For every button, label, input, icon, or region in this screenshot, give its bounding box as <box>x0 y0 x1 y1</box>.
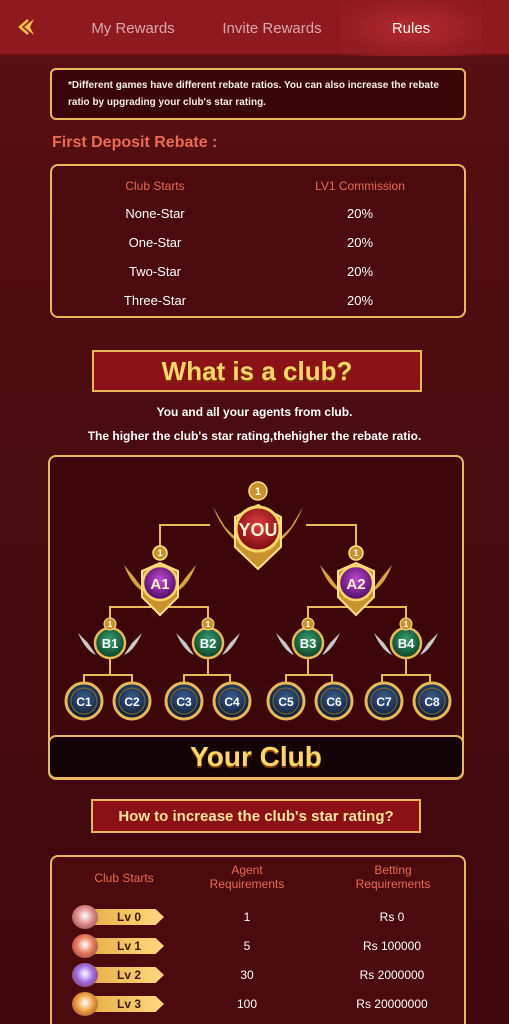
node-level-badge: 1 <box>157 548 162 558</box>
table-row: Three-Star 20% <box>52 287 464 315</box>
commission-cell: 20% <box>346 206 374 221</box>
level-tag: Lv 2 <box>94 967 164 983</box>
level-gem-icon <box>72 934 98 958</box>
node-label-c6: C6 <box>326 695 342 709</box>
betting-requirement-cell: Rs 2000000 <box>359 968 425 982</box>
back-arrow-icon <box>18 19 34 35</box>
level-badge: Lv 2 <box>72 963 172 987</box>
node-label-b4: B4 <box>398 636 415 651</box>
club-description-1: You and all your agents from club. <box>156 405 353 419</box>
top-nav-bar: My Rewards Invite Rewards Rules <box>0 0 509 56</box>
club-star-cell: Three-Star <box>123 293 187 308</box>
node-level-badge: 1 <box>108 620 113 629</box>
node-label-b1: B1 <box>102 636 119 651</box>
node-c4: C4 <box>210 679 254 723</box>
level-gem-icon <box>72 905 98 929</box>
level-gem-icon <box>72 992 98 1016</box>
node-b4: 1 B4 <box>374 617 438 660</box>
node-label-a2: A2 <box>346 576 365 593</box>
club-star-cell: Two-Star <box>128 264 181 279</box>
betting-requirement-cell: Rs 0 <box>379 910 405 924</box>
agent-requirement-cell: 5 <box>243 939 251 953</box>
club-description-2: The higher the club's star rating,thehig… <box>87 429 422 443</box>
table-row: Lv 2 30 Rs 2000000 <box>52 961 464 989</box>
commission-cell: 20% <box>346 264 374 279</box>
node-c8: C8 <box>410 679 454 723</box>
node-label-c2: C2 <box>124 695 140 709</box>
node-c1: C1 <box>62 679 106 723</box>
node-level-badge: 1 <box>306 620 311 629</box>
star-requirements-table: Club Starts Agent Requirements Betting R… <box>50 855 466 1024</box>
club-star-cell: None-Star <box>125 206 185 221</box>
club-star-cell: One-Star <box>128 235 182 250</box>
node-a1: 1 A1 <box>124 545 196 617</box>
your-club-banner: Your Club <box>48 735 464 779</box>
club-tree-diagram: 1 YOU 1 A1 1 A2 1 B1 1 B2 1 B3 1 B4 C1 C… <box>48 455 464 780</box>
tab-rules[interactable]: Rules <box>340 0 482 56</box>
node-a2: 1 A2 <box>320 545 392 617</box>
node-label-c5: C5 <box>278 695 294 709</box>
back-button[interactable] <box>0 0 56 55</box>
table-header-row: Club Starts LV1 Commission <box>52 172 464 200</box>
node-level-badge: 1 <box>206 620 211 629</box>
node-b2: 1 B2 <box>176 617 240 660</box>
node-c2: C2 <box>110 679 154 723</box>
root-node-you: 1 YOU <box>213 481 303 571</box>
rebate-note: *Different games have different rebate r… <box>50 68 466 120</box>
agent-requirement-cell: 100 <box>236 997 258 1011</box>
header-club-starts: Club Starts <box>125 179 185 193</box>
node-c6: C6 <box>312 679 356 723</box>
agent-requirement-cell: 1 <box>243 910 251 924</box>
node-b1: 1 B1 <box>78 617 142 660</box>
node-label-c3: C3 <box>176 695 192 709</box>
what-is-club-banner: What is a club? <box>92 350 422 392</box>
level-tag: Lv 3 <box>94 996 164 1012</box>
node-label-b2: B2 <box>200 636 217 651</box>
node-label-a1: A1 <box>150 576 169 593</box>
level-tag: Lv 0 <box>94 909 164 925</box>
header-agent-requirements: Agent Requirements <box>209 863 285 891</box>
table-row: Lv 0 1 Rs 0 <box>52 903 464 931</box>
node-b3: 1 B3 <box>276 617 340 660</box>
level-tag: Lv 1 <box>94 938 164 954</box>
level-gem-icon <box>72 963 98 987</box>
tab-my-rewards[interactable]: My Rewards <box>70 0 196 56</box>
how-to-increase-banner: How to increase the club's star rating? <box>91 799 421 833</box>
node-c3: C3 <box>162 679 206 723</box>
node-level-badge: 1 <box>255 486 261 498</box>
commission-cell: 20% <box>346 293 374 308</box>
node-c5: C5 <box>264 679 308 723</box>
level-badge: Lv 1 <box>72 934 172 958</box>
header-club-starts: Club Starts <box>94 871 154 885</box>
level-badge: Lv 0 <box>72 905 172 929</box>
node-c7: C7 <box>362 679 406 723</box>
level-badge: Lv 3 <box>72 992 172 1016</box>
node-label-you: YOU <box>238 520 277 540</box>
table-row: Lv 3 100 Rs 20000000 <box>52 990 464 1018</box>
node-label-c4: C4 <box>224 695 240 709</box>
tab-invite-rewards[interactable]: Invite Rewards <box>206 0 338 56</box>
table-row: One-Star 20% <box>52 229 464 257</box>
node-label-c8: C8 <box>424 695 440 709</box>
betting-requirement-cell: Rs 100000 <box>362 939 422 953</box>
table-row: None-Star 20% <box>52 200 464 228</box>
first-deposit-title: First Deposit Rebate : <box>52 134 218 151</box>
node-label-c7: C7 <box>376 695 392 709</box>
betting-requirement-cell: Rs 20000000 <box>356 997 428 1011</box>
node-level-badge: 1 <box>353 548 358 558</box>
commission-cell: 20% <box>346 235 374 250</box>
table-row: Two-Star 20% <box>52 258 464 286</box>
header-betting-requirements: Betting Requirements <box>355 863 431 891</box>
header-lv1-commission: LV1 Commission <box>315 179 405 193</box>
table-row: Lv 1 5 Rs 100000 <box>52 932 464 960</box>
node-level-badge: 1 <box>404 620 409 629</box>
node-label-b3: B3 <box>300 636 317 651</box>
agent-requirement-cell: 30 <box>240 968 254 982</box>
node-label-c1: C1 <box>76 695 92 709</box>
deposit-rebate-table: Club Starts LV1 Commission None-Star 20%… <box>50 164 466 318</box>
